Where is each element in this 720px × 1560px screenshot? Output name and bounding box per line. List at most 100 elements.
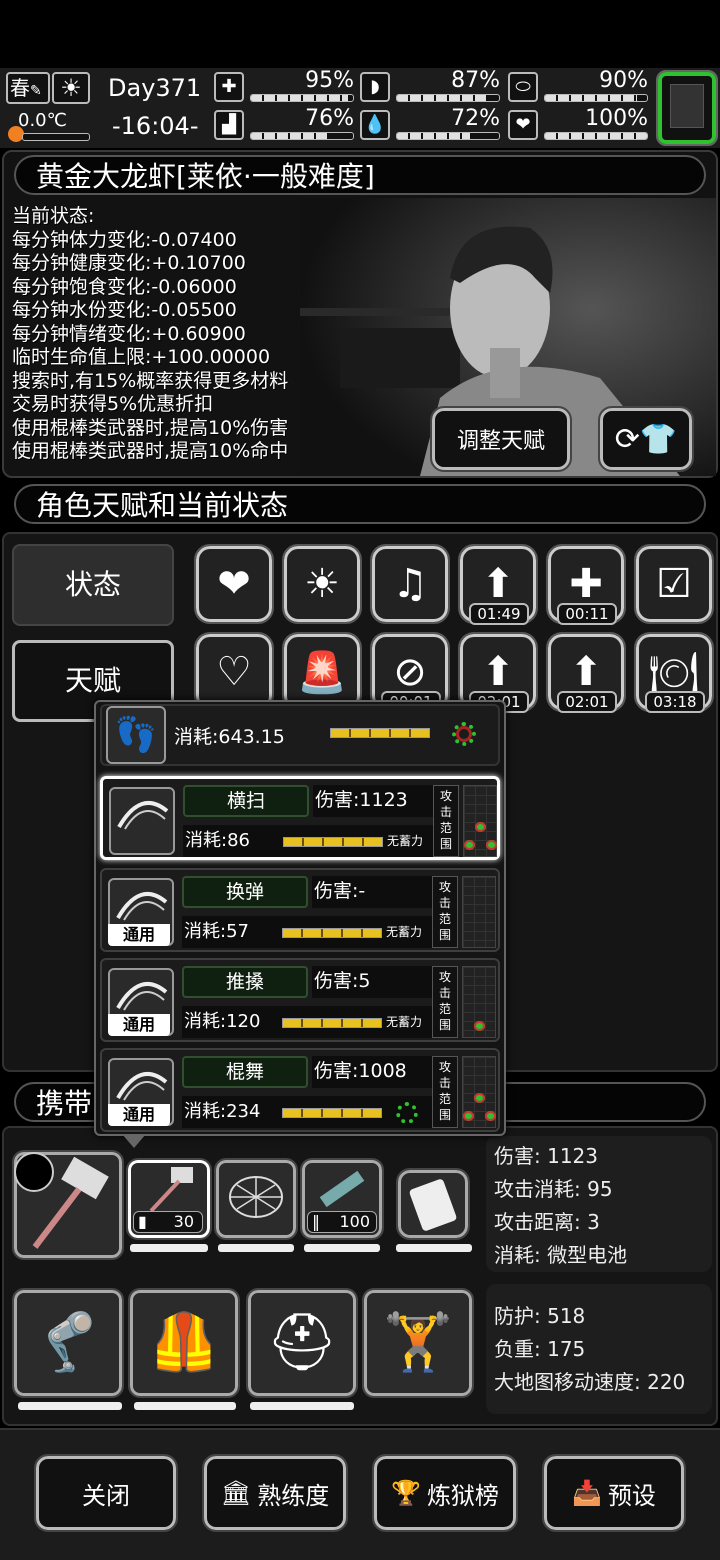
stat-bar <box>250 132 354 140</box>
range-cell <box>475 822 486 832</box>
stat-bar-fill <box>545 133 647 139</box>
banner-icon: 🏆 <box>391 1479 421 1507</box>
adjust-talent-button[interactable]: 调整天赋 <box>430 406 572 472</box>
stomach-icon: ◗ <box>360 72 390 102</box>
skill-row[interactable]: 通用 棍舞 伤害:1008 消耗:234 攻击范围 <box>100 1048 500 1132</box>
attack-range-label: 攻击范围 <box>432 966 458 1038</box>
charge-bar <box>282 1108 382 1118</box>
weapon-slot-2[interactable] <box>214 1158 298 1240</box>
plate-heart-glyph: 🍽 <box>648 649 700 696</box>
skill-damage: 伤害:1008 <box>312 1056 432 1088</box>
armor-slot-body[interactable]: 🦺 <box>128 1288 240 1398</box>
range-cell <box>486 840 497 850</box>
durability-bar <box>18 1402 122 1410</box>
status-line: 每分钟饱食变化:-0.06000 <box>12 275 237 298</box>
stat-bar-fill <box>397 95 486 101</box>
skill-row[interactable]: 横扫 伤害:1123 消耗:86 无蓄力 攻击范围 <box>100 776 500 860</box>
weapon-stats-panel: 伤害: 1123 攻击消耗: 95 攻击距离: 3 消耗: 微型电池 <box>486 1136 712 1272</box>
battery-slot[interactable] <box>396 1168 470 1240</box>
durability-bar <box>250 1402 354 1410</box>
buff-timer: 00:11 <box>557 603 617 625</box>
syringe-up-glyph: ⬆ <box>569 649 603 695</box>
pill-plus-glyph: ✚ <box>569 561 603 607</box>
ranking-button[interactable]: 🏆 炼狱榜 <box>372 1454 518 1532</box>
battery-icon: ▮ <box>138 1212 147 1231</box>
music-heart-glyph: ♫ <box>392 561 428 607</box>
buff-timer: 03:18 <box>645 691 705 713</box>
stat-value: 90% <box>599 68 648 93</box>
hammer-small-icon <box>149 1167 193 1213</box>
medkit-up-glyph: ⬆ <box>481 561 515 607</box>
stomach-heart-icon[interactable]: ♡ <box>194 632 274 712</box>
pill-plus-icon[interactable]: ✚ 00:11 <box>546 544 626 625</box>
syringe-up-icon[interactable]: ⬆ 02:01 <box>546 632 626 713</box>
person-no-icon[interactable]: ⊘00:01 <box>370 632 450 713</box>
unequip-circle-icon[interactable] <box>14 1152 54 1192</box>
alarm-person-icon[interactable]: 🚨 <box>282 632 362 712</box>
day-counter: Day371 <box>108 74 202 102</box>
range-cell <box>463 1111 474 1121</box>
armor-slot-head[interactable]: ⛑ <box>246 1288 358 1398</box>
sweep-icon <box>109 787 175 855</box>
alarm-person-glyph: 🚨 <box>297 649 347 696</box>
tab-status[interactable]: 状态 <box>12 544 174 626</box>
status-list: 当前状态: 每分钟体力变化:-0.07400 每分钟健康变化:+0.10700 每分钟… <box>12 205 288 464</box>
swap-outfit-button[interactable]: ⟳👕 <box>598 406 694 472</box>
general-tag: 通用 <box>108 1104 170 1126</box>
status-line: 使用棍棒类武器时,提高10%命中 <box>12 440 289 462</box>
music-heart-icon[interactable]: ♫ <box>370 544 450 624</box>
stat-bar <box>544 94 648 102</box>
general-tag: 通用 <box>108 924 170 946</box>
mastery-button[interactable]: 🏛 熟练度 <box>202 1454 348 1532</box>
armor-slot-legs[interactable]: 🦿 <box>12 1288 124 1398</box>
ammo-count: ‖ 100 <box>307 1211 377 1233</box>
leg-armor-icon: 🦿 <box>33 1310 103 1375</box>
attack-range-label: 攻击范围 <box>432 1056 458 1128</box>
weapon-slot-1[interactable]: ▮ 30 <box>126 1158 212 1240</box>
map-move-speed: 大地图移动速度: 220 <box>494 1370 686 1394</box>
status-line: 每分钟健康变化:+0.10700 <box>12 252 246 274</box>
water-drop-icon: 💧 <box>360 110 390 140</box>
exoskeleton-icon: 🏋 <box>383 1310 453 1375</box>
stat-value: 95% <box>305 68 354 93</box>
talent-section-bar: 角色天赋和当前状态 <box>14 484 706 524</box>
armor-slot-backpack[interactable]: 🏋 <box>362 1288 474 1398</box>
sun-icon[interactable]: ☀ <box>282 544 362 624</box>
buff-timer: 02:01 <box>557 691 617 713</box>
helmet-icon: ⛑ <box>266 1310 338 1375</box>
attack-range-label: 攻击范围 <box>432 876 458 948</box>
popup-pointer <box>122 1134 146 1148</box>
status-line: 每分钟情绪变化:+0.60900 <box>12 322 246 345</box>
attack-range-grid <box>462 966 496 1038</box>
no-charge-label: 无蓄力 <box>386 925 423 939</box>
medkit-up-icon[interactable]: ⬆ 01:49 <box>458 544 538 625</box>
sun-icon: ☀ <box>52 72 90 104</box>
menu-button[interactable] <box>656 70 718 146</box>
close-button[interactable]: 关闭 <box>34 1454 178 1532</box>
heart-icon[interactable]: ❤ <box>194 544 274 624</box>
range-cell <box>474 1021 485 1031</box>
stomach-heart-glyph: ♡ <box>216 649 252 695</box>
no-charge-label: 无蓄力 <box>387 834 424 848</box>
weapon-slot-3[interactable]: ‖ 100 <box>300 1158 384 1240</box>
skill-damage: 伤害:1123 <box>313 785 433 817</box>
plate-heart-icon[interactable]: 🍽 03:18 <box>634 632 714 713</box>
durability-bar <box>130 1244 208 1252</box>
skill-row[interactable]: 通用 推搡 伤害:5 消耗:120 无蓄力 攻击范围 <box>100 958 500 1042</box>
range-cell <box>474 1093 485 1103</box>
charge-bar <box>282 1018 382 1028</box>
skill-damage: 伤害:- <box>312 876 432 908</box>
skill-row[interactable]: 通用 换弹 伤害:- 消耗:57 无蓄力 攻击范围 <box>100 868 500 952</box>
charge-ring-icon <box>396 1102 418 1124</box>
durability-bar <box>304 1244 380 1252</box>
status-line: 每分钟体力变化:-0.07400 <box>12 228 237 251</box>
skill-name: 棍舞 <box>182 1056 308 1088</box>
stat-bar-fill <box>251 95 348 101</box>
checklist-pill-icon[interactable]: ☑ <box>634 544 714 624</box>
preset-button[interactable]: 📥 预设 <box>542 1454 686 1532</box>
bottle-up-icon[interactable]: ⬆02:01 <box>458 632 538 713</box>
attack-range-grid <box>462 876 496 948</box>
skill-name: 换弹 <box>182 876 308 908</box>
temperature: 0.0℃ <box>18 110 67 131</box>
download-box-icon: 📥 <box>572 1479 602 1507</box>
